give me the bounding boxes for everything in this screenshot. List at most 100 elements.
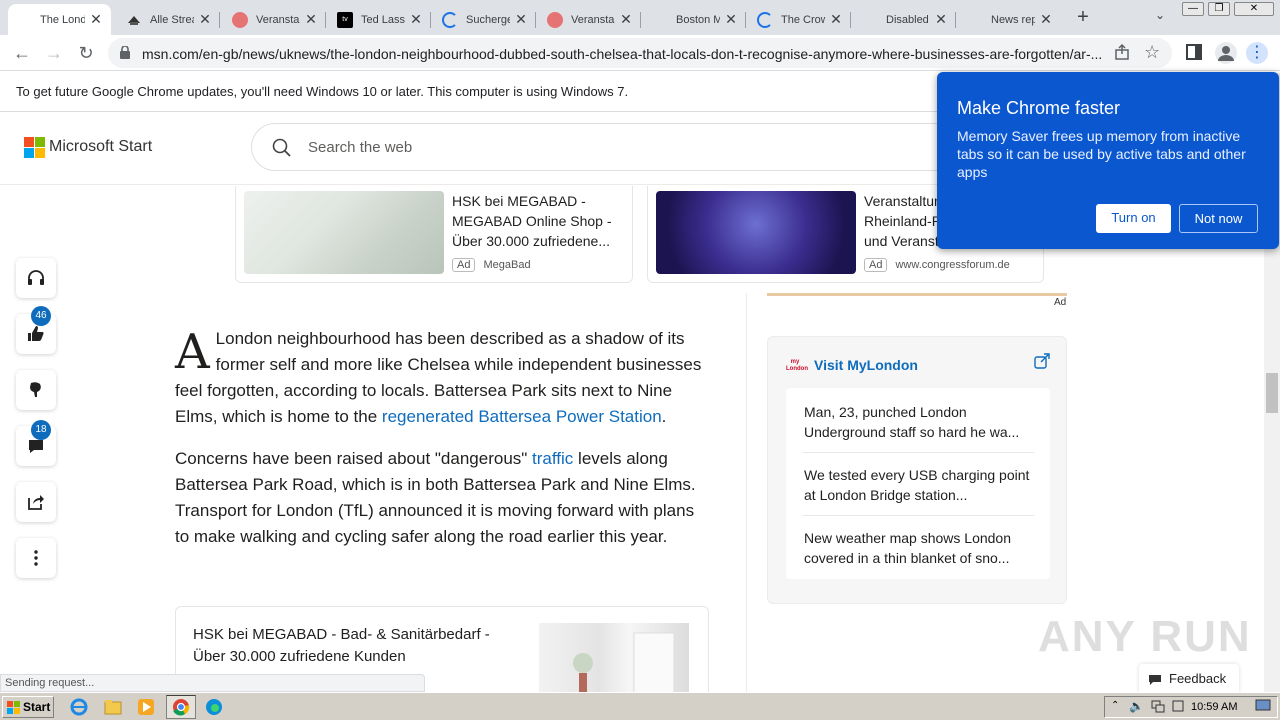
- tab-1[interactable]: The London neighbourhood ✕: [8, 4, 111, 35]
- tab-4[interactable]: tv Ted Lasso ✕: [329, 4, 431, 35]
- back-button[interactable]: ←: [8, 39, 36, 67]
- listen-button[interactable]: [16, 258, 56, 298]
- chrome-taskbar-button[interactable]: [166, 695, 196, 719]
- side-panel-icon[interactable]: [1186, 44, 1202, 65]
- tab-strip: The London neighbourhood ✕ Alle Streams …: [0, 0, 1280, 35]
- article-paragraph-1: A London neighbourhood has been described…: [175, 326, 710, 430]
- address-bar[interactable]: msn.com/en-gb/news/uknews/the-london-nei…: [108, 38, 1172, 68]
- turn-on-button[interactable]: Turn on: [1096, 204, 1171, 233]
- red-circle-icon: [547, 11, 563, 28]
- bookmark-star-icon[interactable]: ☆: [1144, 42, 1160, 63]
- close-tab-icon[interactable]: ✕: [619, 11, 633, 28]
- red-circle-icon: [232, 11, 248, 28]
- ad-card-megabad[interactable]: HSK bei MEGABAD - MEGABAD Online Shop - …: [235, 186, 633, 283]
- tab-6[interactable]: Veranstaltungen ✕: [539, 4, 641, 35]
- restore-button[interactable]: ❐: [1208, 2, 1230, 16]
- inline-ad-title: HSK bei MEGABAD - Bad- & Sanitärbedarf -…: [193, 626, 490, 665]
- feedback-label: Feedback: [1169, 671, 1227, 686]
- loading-icon: [757, 11, 773, 28]
- drop-cap: A: [175, 324, 210, 380]
- dislike-button[interactable]: [16, 370, 56, 410]
- ad-label: Ad: [864, 258, 888, 272]
- minimize-button[interactable]: —: [1182, 2, 1204, 16]
- share-arrow-icon: [28, 495, 44, 510]
- tab-8[interactable]: The Crown ✕: [749, 4, 851, 35]
- mylondon-widget: my London Visit MyLondon Man, 23, punche…: [767, 336, 1067, 604]
- feedback-button[interactable]: Feedback: [1139, 664, 1239, 692]
- edge-icon[interactable]: [205, 698, 223, 721]
- not-now-button[interactable]: Not now: [1179, 204, 1258, 233]
- action-center-icon[interactable]: [1255, 699, 1271, 716]
- close-tab-icon[interactable]: ✕: [829, 11, 843, 28]
- headphones-icon: [28, 270, 44, 285]
- brand-name[interactable]: Microsoft Start: [49, 138, 152, 156]
- close-tab-icon[interactable]: ✕: [89, 11, 103, 28]
- search-input[interactable]: Search the web: [251, 123, 1011, 171]
- tab-search-icon[interactable]: ⌄: [1150, 8, 1170, 28]
- tab-7[interactable]: Boston Marathon ✕: [644, 4, 746, 35]
- profile-avatar-icon[interactable]: [1215, 42, 1237, 64]
- tab-10[interactable]: News report ✕: [959, 4, 1061, 35]
- tab-separator: [219, 12, 220, 28]
- ad-title: HSK bei MEGABAD - MEGABAD Online Shop - …: [452, 193, 612, 249]
- tab-title: Suchergebnisse: [466, 13, 510, 26]
- lock-icon[interactable]: [120, 45, 130, 64]
- internet-explorer-icon[interactable]: [70, 698, 88, 721]
- close-window-button[interactable]: ✕: [1234, 2, 1274, 16]
- tab-title: Veranstaltungen: [571, 13, 615, 26]
- status-bubble: Sending request...: [0, 674, 425, 692]
- external-link-icon[interactable]: [1034, 353, 1050, 374]
- close-tab-icon[interactable]: ✕: [514, 11, 528, 28]
- tab-separator: [430, 12, 431, 28]
- network-icon[interactable]: [1151, 699, 1165, 716]
- chrome-icon: [173, 699, 190, 716]
- tab-2[interactable]: Alle Streams ✕: [118, 4, 220, 35]
- forward-button[interactable]: →: [40, 39, 68, 67]
- article-body: A London neighbourhood has been described…: [175, 326, 710, 566]
- traffic-link[interactable]: traffic: [532, 449, 573, 468]
- column-divider: [746, 293, 747, 692]
- inline-ad-image: [539, 623, 689, 692]
- headline-item-1[interactable]: Man, 23, punched London Underground staf…: [804, 402, 1034, 442]
- tab-5[interactable]: Suchergebnisse ✕: [434, 4, 536, 35]
- start-button[interactable]: Start: [2, 696, 54, 718]
- share-button[interactable]: [16, 482, 56, 522]
- right-ad-banner[interactable]: [767, 293, 1067, 296]
- ad-source-name: MegaBad: [483, 259, 531, 271]
- tab-separator: [745, 12, 746, 28]
- new-tab-button[interactable]: +: [1072, 6, 1094, 28]
- memory-saver-popup: Make Chrome faster Memory Saver frees up…: [937, 72, 1279, 249]
- security-icon[interactable]: [1171, 699, 1185, 716]
- close-tab-icon[interactable]: ✕: [198, 11, 212, 28]
- ad-image: [656, 191, 856, 274]
- close-tab-icon[interactable]: ✕: [304, 11, 318, 28]
- tray-expand-icon[interactable]: ⌃: [1111, 700, 1119, 711]
- close-tab-icon[interactable]: ✕: [409, 11, 423, 28]
- mylondon-title[interactable]: Visit MyLondon: [814, 357, 918, 373]
- chrome-menu-icon[interactable]: ⋮: [1246, 42, 1268, 64]
- close-tab-icon[interactable]: ✕: [724, 11, 738, 28]
- clock[interactable]: 10:59 AM: [1191, 701, 1237, 713]
- tab-title: Ted Lasso: [361, 13, 405, 26]
- headline-divider: [802, 515, 1034, 516]
- volume-icon[interactable]: 🔈: [1129, 699, 1144, 713]
- close-tab-icon[interactable]: ✕: [1039, 11, 1053, 28]
- headline-item-2[interactable]: We tested every USB charging point at Lo…: [804, 465, 1034, 505]
- scrollbar-thumb[interactable]: [1266, 373, 1278, 413]
- thumbs-up-icon: [28, 326, 44, 341]
- tab-3[interactable]: Veranstaltungen ✕: [224, 4, 326, 35]
- more-options-button[interactable]: [16, 538, 56, 578]
- battersea-power-station-link[interactable]: regenerated Battersea Power Station: [382, 407, 662, 426]
- reload-button[interactable]: ↻: [72, 39, 100, 67]
- file-explorer-icon[interactable]: [104, 698, 122, 721]
- likes-count-badge: 46: [31, 306, 51, 326]
- microsoft-logo-icon[interactable]: [24, 137, 45, 158]
- thumbs-down-icon: [30, 382, 41, 397]
- close-tab-icon[interactable]: ✕: [934, 11, 948, 28]
- ad-source: Ad MegaBad: [452, 258, 531, 272]
- media-player-icon[interactable]: [137, 698, 155, 721]
- tab-9[interactable]: Disabled ✕: [854, 4, 956, 35]
- headline-item-3[interactable]: New weather map shows London covered in …: [804, 528, 1034, 568]
- tab-separator: [325, 12, 326, 28]
- share-icon[interactable]: [1114, 43, 1130, 65]
